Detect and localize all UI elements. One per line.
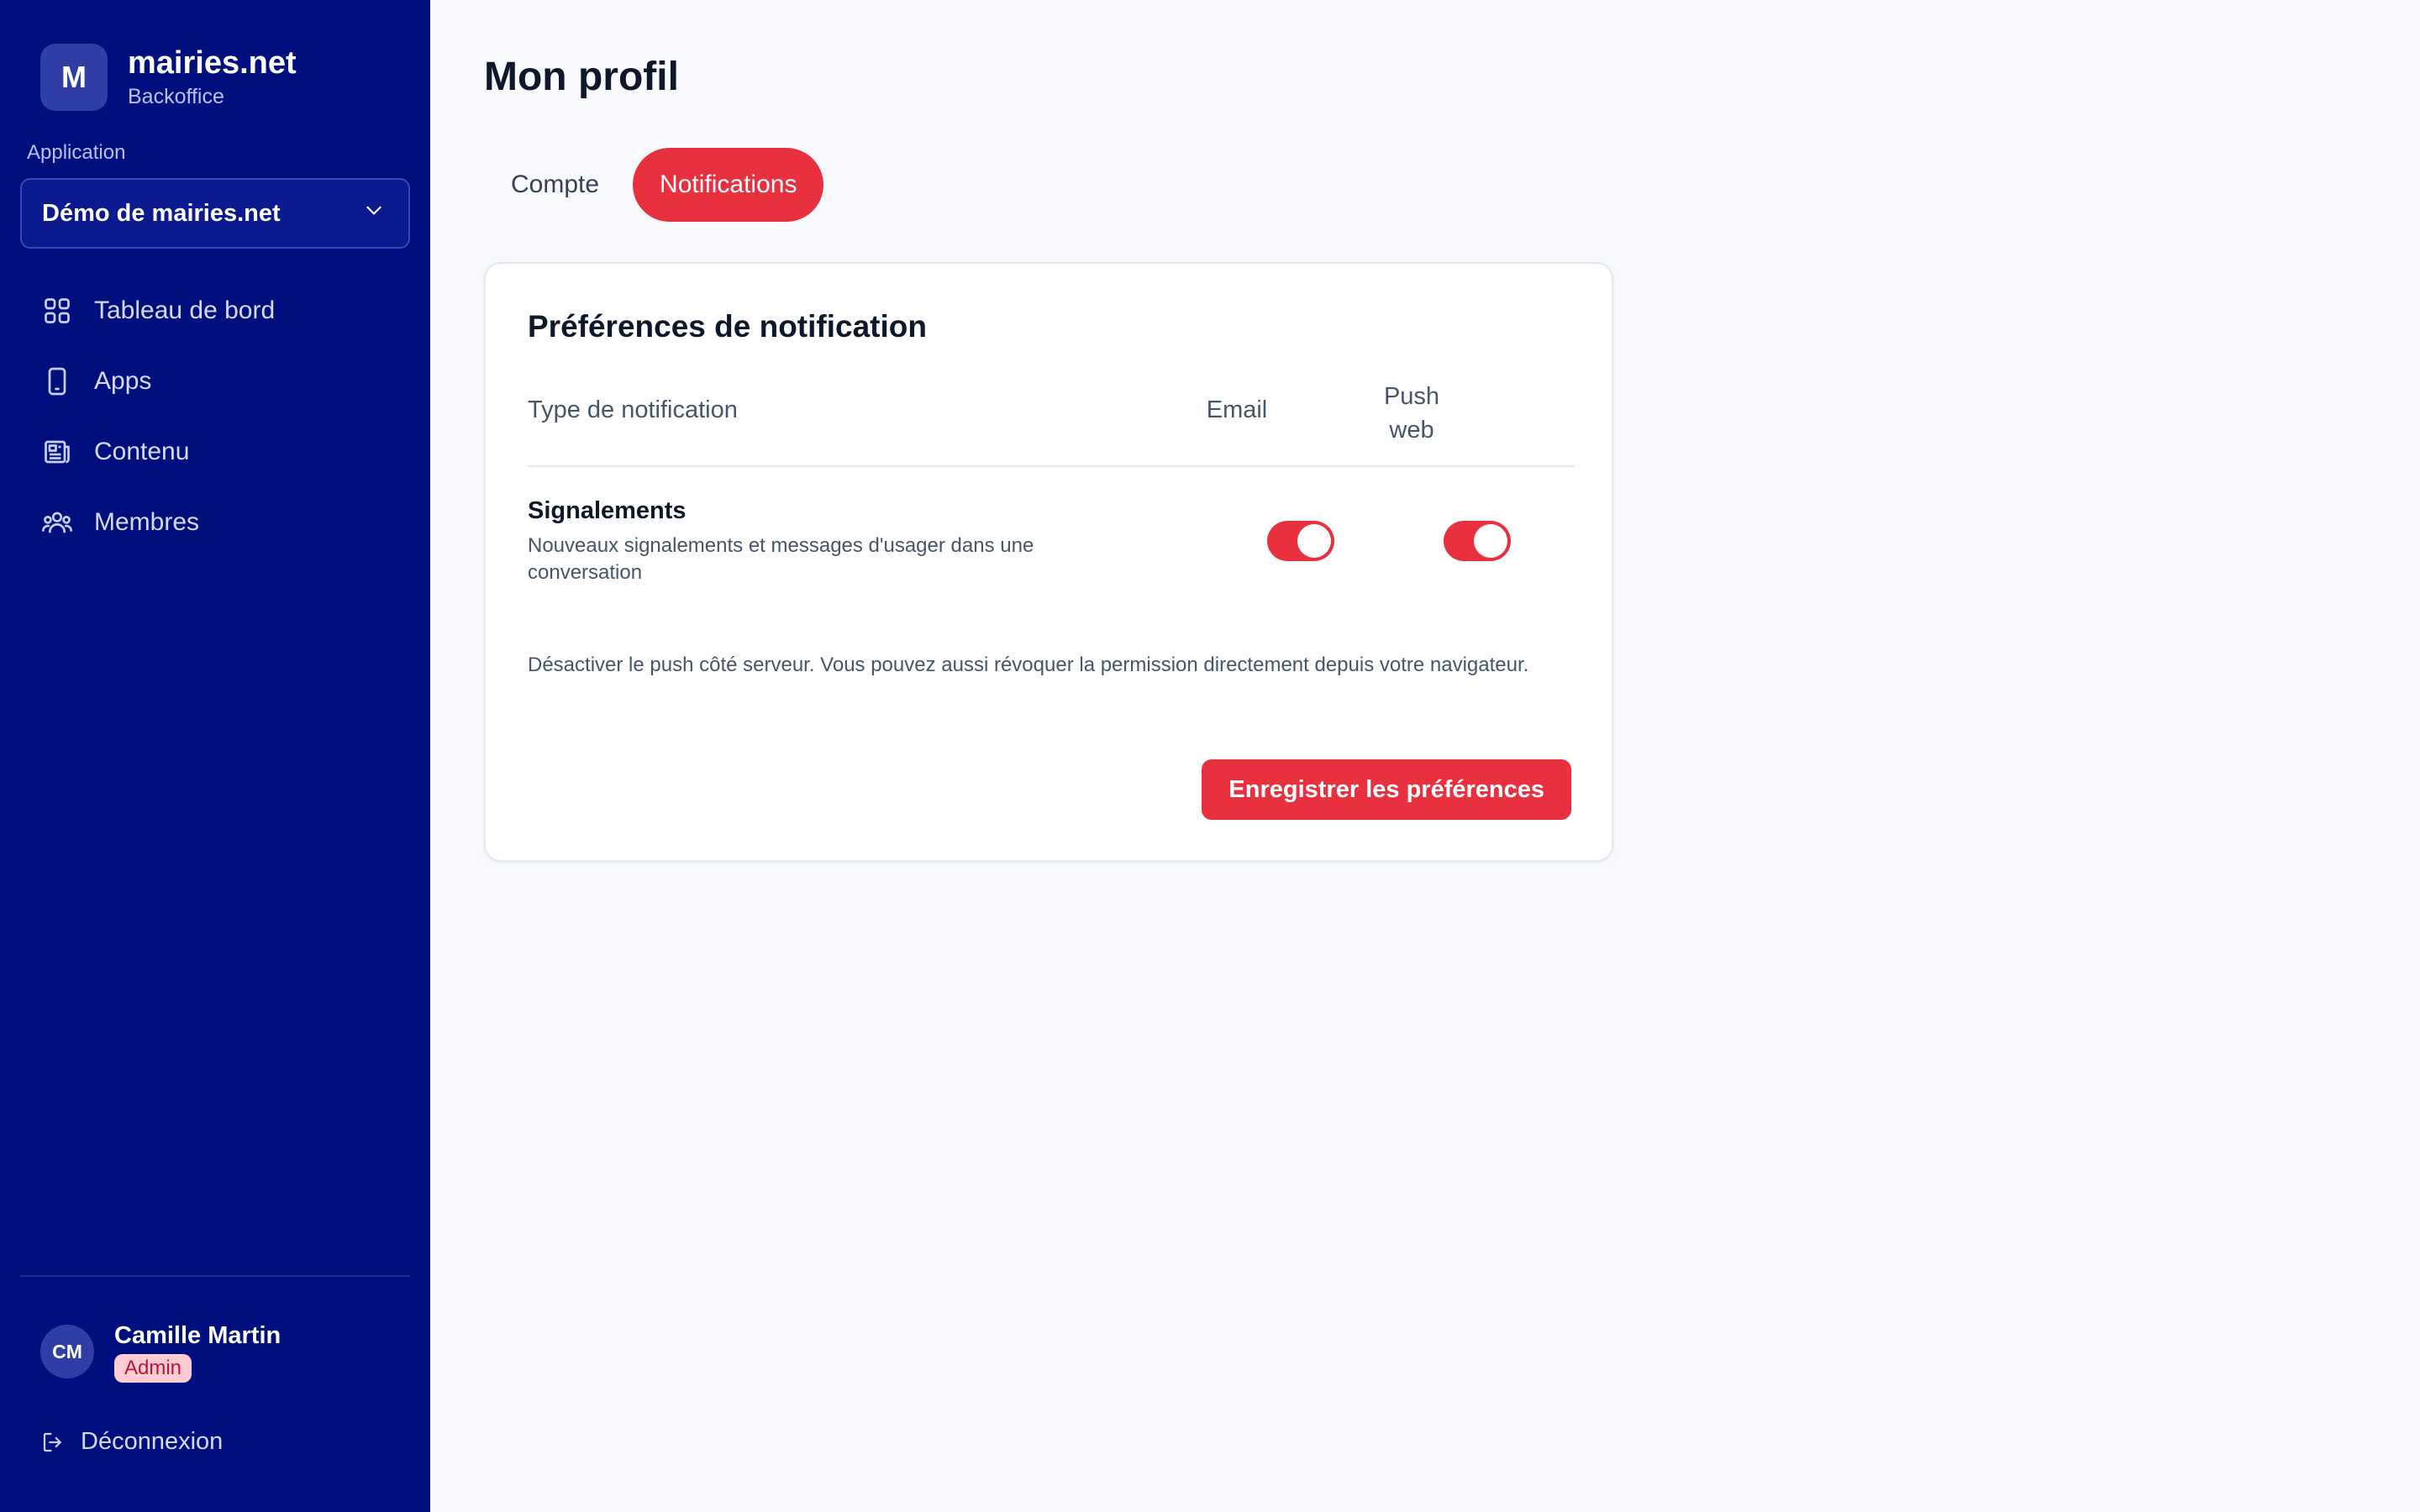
toggle-knob — [1474, 524, 1507, 558]
brand-name: mairies.net — [128, 45, 297, 81]
push-note: Désactiver le push côté serveur. Vous po… — [528, 654, 1529, 676]
toggle-knob — [1297, 524, 1331, 558]
sidebar-item-label: Contenu — [94, 438, 190, 465]
sidebar-item-label: Apps — [94, 367, 152, 395]
user-name: Camille Martin — [114, 1322, 281, 1349]
sidebar-item-content[interactable]: Contenu — [20, 417, 410, 487]
application-selected-value: Démo de mairies.net — [42, 199, 281, 227]
brand[interactable]: M mairies.net Backoffice — [40, 44, 297, 111]
sidebar-item-label: Membres — [94, 508, 200, 536]
logout-icon — [40, 1429, 67, 1456]
tab-account[interactable]: Compte — [484, 148, 626, 222]
grid-icon — [40, 294, 74, 328]
application-select[interactable]: Démo de mairies.net — [20, 178, 410, 249]
phone-icon — [40, 365, 74, 398]
application-label: Application — [27, 141, 126, 164]
logout-label: Déconnexion — [81, 1428, 224, 1455]
sidebar: M mairies.net Backoffice Application Dém… — [0, 0, 430, 1512]
tab-notifications[interactable]: Notifications — [633, 148, 824, 222]
push-web-toggle[interactable] — [1444, 521, 1511, 561]
logout-button[interactable]: Déconnexion — [40, 1428, 223, 1456]
row-title: Signalements — [528, 497, 687, 524]
users-icon — [40, 506, 74, 539]
sidebar-item-label: Tableau de bord — [94, 297, 276, 324]
column-header-type: Type de notification — [528, 396, 738, 423]
brand-logo: M — [40, 44, 108, 111]
column-header-push: Push web — [1361, 380, 1462, 447]
avatar: CM — [40, 1325, 94, 1378]
table-header-divider — [528, 465, 1575, 467]
card-title: Préférences de notification — [528, 309, 927, 344]
chevron-down-icon — [363, 199, 385, 228]
column-header-push-line2: web — [1389, 417, 1434, 444]
user-profile[interactable]: CM Camille Martin Admin — [40, 1320, 281, 1383]
page-title: Mon profil — [484, 55, 679, 99]
sidebar-nav: Tableau de bord Apps Contenu Membres — [20, 276, 410, 558]
column-header-email: Email — [1206, 396, 1268, 423]
brand-text: mairies.net Backoffice — [128, 45, 297, 110]
sidebar-item-members[interactable]: Membres — [20, 487, 410, 558]
profile-tabs: Compte Notifications — [484, 148, 824, 222]
role-badge: Admin — [114, 1354, 192, 1383]
notification-preferences-card: Préférences de notification Type de noti… — [484, 262, 1613, 862]
sidebar-item-dashboard[interactable]: Tableau de bord — [20, 276, 410, 346]
brand-subtitle: Backoffice — [128, 85, 224, 108]
row-description: Nouveaux signalements et messages d'usag… — [528, 534, 1034, 584]
save-preferences-button[interactable]: Enregistrer les préférences — [1202, 759, 1571, 820]
newspaper-icon — [40, 435, 74, 469]
sidebar-divider — [20, 1275, 410, 1277]
email-toggle[interactable] — [1267, 521, 1334, 561]
column-header-push-line1: Push — [1383, 383, 1440, 410]
user-info: Camille Martin Admin — [114, 1320, 281, 1383]
sidebar-item-apps[interactable]: Apps — [20, 346, 410, 417]
